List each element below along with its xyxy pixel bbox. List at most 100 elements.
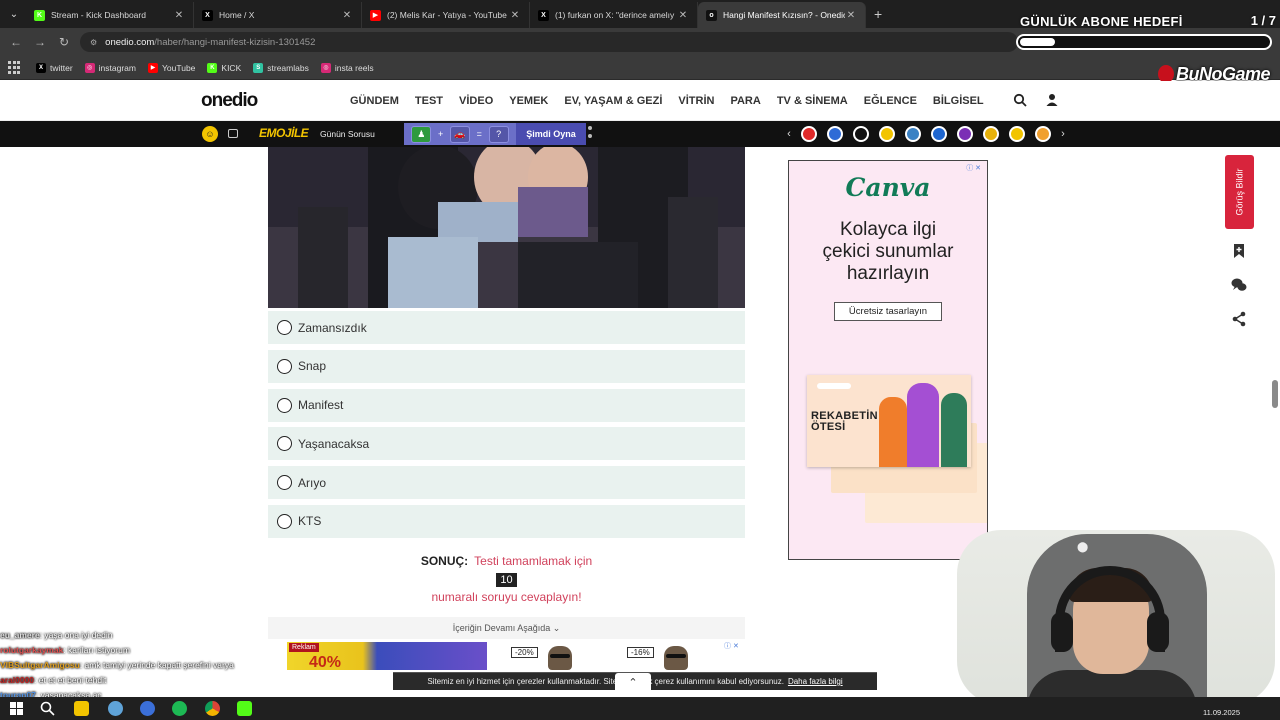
nav-item[interactable]: BİLGİSEL [933,95,984,107]
new-tab-button[interactable]: + [874,6,882,22]
windows-start-icon[interactable] [9,701,24,716]
nav-item[interactable]: EV, YAŞAM & GEZİ [564,95,662,107]
radio-button-icon[interactable] [277,320,292,335]
page-scrollbar-thumb[interactable] [1272,380,1278,408]
tab-search-icon[interactable]: ⌄ [2,2,26,26]
category-icon[interactable] [853,126,869,142]
product-ad-2[interactable]: -16% [624,642,714,670]
canva-cta-button[interactable]: Ücretsiz tasarlayın [834,302,942,321]
puzzle-equals: = [476,129,482,139]
ad-info-icon[interactable]: ⓘ ✕ [724,641,739,651]
browser-tab[interactable]: X Home / X ✕ [194,2,362,28]
chrome-icon[interactable] [205,701,220,716]
tab-close-icon[interactable]: ✕ [173,10,185,21]
quiz-option[interactable]: KTS [268,504,745,538]
bookmark-add-icon[interactable] [1231,243,1247,259]
category-icon[interactable] [879,126,895,142]
nav-item[interactable]: YEMEK [509,95,548,107]
reload-icon[interactable]: ↻ [52,35,76,49]
tab-close-icon[interactable]: ✕ [341,10,353,21]
headset-ear-right [1147,612,1169,652]
smile-icon[interactable]: ☺ [202,126,218,142]
emoji-game-logo[interactable]: EMOJİLE [259,126,309,140]
bookmark-favicon-icon: ◎ [320,62,331,73]
bookmark-favicon-icon: ◎ [84,62,95,73]
apps-grid-icon[interactable] [8,60,22,75]
browser-tab[interactable]: X (1) furkan on X: "derince amelıy ✕ [530,2,698,28]
ad-choices-icon[interactable]: ⓘ ✕ [966,163,981,173]
kick-icon[interactable] [237,701,252,716]
nav-item[interactable]: GÜNDEM [350,95,399,107]
discord-icon[interactable] [140,701,155,716]
radio-button-icon[interactable] [277,436,292,452]
app-icon-1[interactable] [108,701,123,716]
quiz-option[interactable]: Snap [268,349,745,383]
category-icon[interactable] [957,126,973,142]
bookmark-item[interactable]: ◎ instagram [84,62,136,73]
cookie-more-link[interactable]: Daha fazla bilgi [788,677,843,686]
back-icon[interactable]: ← [4,35,28,49]
category-icon[interactable] [983,126,999,142]
nav-item[interactable]: VİDEO [459,95,493,107]
quiz-option[interactable]: Zamansızdık [268,311,745,344]
category-icon[interactable] [1009,126,1025,142]
bookmark-item[interactable]: Sstreamlabs [253,62,309,73]
canva-ad[interactable]: ⓘ ✕ Canva Kolayca ilgi çekici sunumlar h… [788,160,988,560]
browser-tab[interactable]: K Stream - Kick Dashboard ✕ [26,2,194,28]
spotify-icon[interactable] [172,701,187,716]
file-explorer-icon[interactable] [74,701,89,716]
play-now-button[interactable]: Şimdi Oyna [516,123,586,145]
category-icon[interactable] [931,126,947,142]
content-continues-label[interactable]: İçeriğin Devamı Aşağıda ⌄ [268,617,745,639]
bookmark-item[interactable]: ◎ insta reels [320,62,374,73]
quiz-option[interactable]: Arıyo [268,466,745,500]
comments-icon[interactable] [1231,277,1247,293]
browser-tab[interactable]: ▶ (2) Melis Kar - Yatıya - YouTube ✕ [362,2,530,28]
radio-button-icon[interactable] [277,397,292,413]
nav-item[interactable]: VİTRİN [678,95,714,107]
share-icon[interactable] [1231,311,1247,327]
radio-button-icon[interactable] [277,513,292,529]
nav-item[interactable]: TV & SİNEMA [777,95,848,107]
category-icon[interactable] [1035,126,1051,142]
calendar-icon[interactable] [228,129,238,138]
bookmark-item[interactable]: ▶ YouTube [148,62,195,73]
carousel-prev-icon[interactable]: ‹ [782,128,796,140]
promo-ad-banner[interactable]: Reklam 40% [287,642,487,670]
taskbar-search-icon[interactable] [40,701,55,716]
category-icon[interactable] [905,126,921,142]
feedback-button[interactable]: Görüş Bildir [1225,155,1254,229]
tab-close-icon[interactable]: ✕ [845,10,857,21]
bookmarks-bar: Xtwitter ◎ instagram ▶ YouTube K KICK Sstreamla… [0,56,1280,80]
product-ad-1[interactable]: -20% [508,642,598,670]
category-icon[interactable] [827,126,843,142]
site-info-icon[interactable]: ⚙ [90,38,97,47]
url-input[interactable]: ⚙ onedio.com /haber/hangi-manifest-kizis… [80,32,1018,52]
discount-badge-2: -16% [627,647,654,658]
result-question-number[interactable]: 10 [496,573,517,587]
carousel-next-icon[interactable]: › [1056,128,1070,140]
tab-close-icon[interactable]: ✕ [509,10,521,21]
bookmark-item[interactable]: K KICK [207,62,241,73]
tab-close-icon[interactable]: ✕ [677,10,689,21]
more-icon[interactable] [588,126,593,142]
bookmark-item[interactable]: Xtwitter [36,62,73,73]
forward-icon[interactable]: → [28,35,52,49]
site-logo[interactable]: onedio [201,90,258,112]
quiz-option-label: Arıyo [298,475,327,490]
search-icon[interactable] [1013,93,1027,107]
radio-button-icon[interactable] [277,358,292,374]
nav-item[interactable]: TEST [415,95,443,107]
radio-button-icon[interactable] [277,475,292,491]
emoji-puzzle[interactable]: ♟ + 🚗 = ? [404,123,516,145]
quiz-option[interactable]: Manifest [268,388,745,422]
browser-tab[interactable]: o Hangi Manifest Kızısın? - Onedio ✕ [698,2,866,28]
user-icon[interactable] [1045,93,1059,107]
category-icon[interactable] [801,126,817,142]
nav-item[interactable]: EĞLENCE [864,95,917,107]
cookie-collapse-icon[interactable]: ⌃ [615,673,651,691]
quiz-option[interactable]: Yaşanacaksa [268,427,745,461]
nav-item[interactable]: PARA [730,95,760,107]
goal-progress-bar [1016,34,1272,50]
chat-text: : et et et beni tehdit [34,675,107,685]
